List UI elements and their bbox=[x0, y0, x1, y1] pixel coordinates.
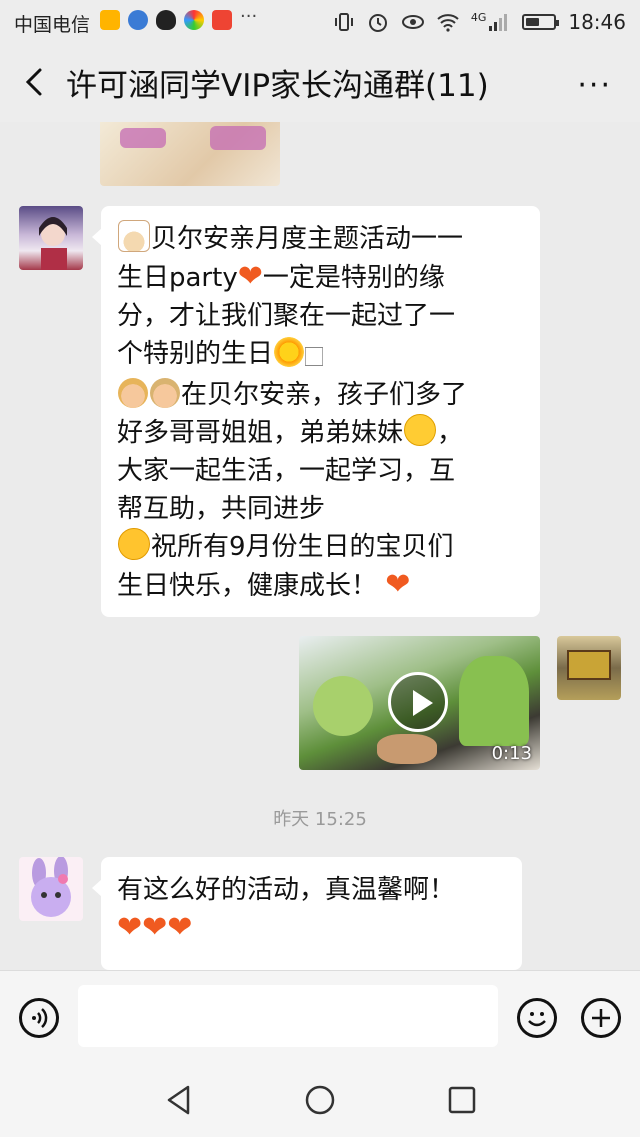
browser-icon bbox=[184, 10, 204, 30]
heart-emoji: ❤ bbox=[167, 910, 193, 945]
carrier-name: 中国电信 bbox=[14, 14, 91, 36]
news-icon bbox=[212, 10, 232, 30]
chat-message-list[interactable]: 贝尔安亲月度主题活动一一 生日party❤一定是特别的缘 分，才让我们聚在一起过… bbox=[0, 122, 640, 970]
chat-header: 许可涵同学VIP家长沟通群(11) ··· bbox=[0, 42, 640, 122]
wallet-icon bbox=[100, 10, 120, 30]
plus-glyph bbox=[592, 1009, 610, 1027]
smile-emoji bbox=[404, 414, 437, 446]
video-thumbnail-content bbox=[459, 656, 529, 746]
more-horizontal-icon[interactable]: ··· bbox=[577, 68, 612, 103]
eye-icon bbox=[401, 15, 424, 29]
heart-emoji: ❤ bbox=[142, 910, 168, 945]
voice-icon[interactable] bbox=[19, 998, 59, 1038]
signal-icon bbox=[489, 14, 508, 31]
bunny-avatar-icon bbox=[31, 857, 71, 917]
plus-icon[interactable] bbox=[581, 998, 621, 1038]
qq-icon bbox=[156, 10, 176, 30]
avatar-photo bbox=[567, 650, 611, 680]
vibrate-icon bbox=[334, 13, 353, 31]
nav-back-icon[interactable] bbox=[164, 1084, 194, 1116]
heart-emoji: ❤ bbox=[385, 567, 411, 602]
notification-icons: ··· bbox=[100, 6, 262, 30]
video-message[interactable]: 0:13 bbox=[299, 636, 540, 770]
kids-emoji bbox=[150, 378, 180, 408]
message-input[interactable] bbox=[78, 985, 498, 1047]
wifi-signal-icon bbox=[437, 14, 459, 32]
message-bubble[interactable]: 有这么好的活动，真温馨啊！ ❤❤❤ bbox=[92, 857, 522, 970]
alarm-icon bbox=[368, 14, 387, 32]
clock: 18:46 bbox=[568, 10, 626, 34]
play-icon[interactable] bbox=[388, 672, 448, 732]
status-bar: 中国电信 ··· 4G 18:46 bbox=[0, 0, 640, 42]
cake-emoji bbox=[118, 220, 150, 252]
message-text: 贝尔安亲月度主题活动一一 生日party❤一定是特别的缘 分，才让我们聚在一起过… bbox=[117, 220, 526, 605]
hug-emoji bbox=[118, 528, 150, 560]
heart-emoji: ❤ bbox=[237, 259, 263, 294]
avatar[interactable] bbox=[557, 636, 621, 700]
sun-emoji bbox=[274, 337, 305, 367]
system-icons: 4G 18:46 bbox=[333, 10, 626, 34]
chat-title: 许可涵同学VIP家长沟通群(11) bbox=[66, 68, 489, 104]
system-navigation-bar bbox=[0, 1064, 640, 1137]
network-type-label: 4G bbox=[470, 10, 487, 24]
image-message[interactable] bbox=[100, 122, 280, 186]
video-thumbnail-content bbox=[377, 734, 437, 764]
emoji-icon[interactable] bbox=[517, 998, 557, 1038]
nav-recents-icon[interactable] bbox=[448, 1086, 476, 1114]
avatar[interactable] bbox=[19, 206, 83, 270]
more-dots-icon: ··· bbox=[240, 6, 258, 27]
video-thumbnail-content bbox=[313, 676, 373, 736]
message-text: 有这么好的活动，真温馨啊！ ❤❤❤ bbox=[117, 875, 456, 945]
chevron-left-icon[interactable] bbox=[18, 64, 54, 100]
nav-home-icon[interactable] bbox=[304, 1084, 336, 1116]
avatar-photo bbox=[39, 217, 67, 270]
voice-glyph bbox=[32, 1008, 48, 1028]
image-content bbox=[120, 128, 166, 148]
input-bar bbox=[0, 970, 640, 1065]
battery-icon bbox=[522, 14, 560, 30]
video-duration: 0:13 bbox=[491, 743, 532, 764]
image-content bbox=[210, 126, 266, 150]
message-timestamp: 昨天 15:25 bbox=[273, 809, 367, 830]
kids-emoji bbox=[118, 378, 148, 408]
emoji-glyph bbox=[528, 1012, 546, 1027]
music-icon bbox=[128, 10, 148, 30]
avatar[interactable] bbox=[19, 857, 83, 921]
message-bubble[interactable]: 贝尔安亲月度主题活动一一 生日party❤一定是特别的缘 分，才让我们聚在一起过… bbox=[92, 206, 540, 617]
heart-emoji: ❤ bbox=[117, 910, 143, 945]
